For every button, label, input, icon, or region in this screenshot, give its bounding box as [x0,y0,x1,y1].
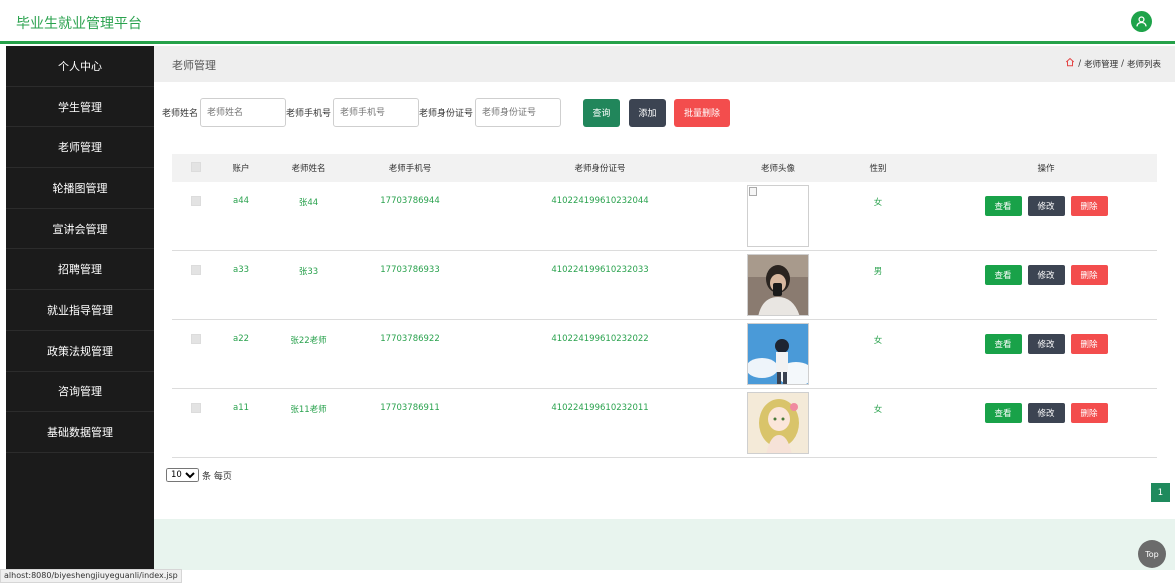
sidebar-item-consultation[interactable]: 咨询管理 [6,372,154,413]
sidebar-item-career-guidance[interactable]: 就业指导管理 [6,290,154,331]
breadcrumb-separator: / [1078,58,1082,69]
table-row: a44 张44 17703786944 410224199610232044 女… [172,182,1157,251]
teacher-avatar-anime-girl-photo [747,392,809,454]
table-row: a11 张11老师 17703786911 410224199610232011 [172,389,1157,458]
sidebar-item-carousel[interactable]: 轮播图管理 [6,168,154,209]
app-title: 毕业生就业管理平台 [16,16,142,32]
teacher-phone-input[interactable] [333,98,420,127]
per-page-label: 条 每页 [202,471,232,482]
cell-phone: 17703786933 [380,265,440,275]
teacher-avatar-anime-sky-photo [747,323,809,385]
view-button[interactable]: 查看 [984,403,1022,423]
cell-idcard: 410224199610232044 [551,196,649,206]
page-title: 老师管理 [172,59,216,72]
sidebar-item-personal-center[interactable]: 个人中心 [6,46,154,87]
cell-account: a22 [232,334,250,344]
sidebar-item-recruitment[interactable]: 招聘管理 [6,249,154,291]
header-idcard: 老师身份证号 [574,164,626,174]
delete-button[interactable]: 删除 [1070,196,1108,216]
edit-button[interactable]: 修改 [1027,403,1065,423]
page-size-select[interactable]: 10 [166,468,199,482]
page-header: 老师管理 / 老师管理 / 老师列表 [154,46,1175,82]
view-button[interactable]: 查看 [984,334,1022,354]
breadcrumb: / 老师管理 / 老师列表 [1065,57,1161,70]
search-bar: 老师姓名 老师手机号 老师身份证号 查询 添加 批量删除 [162,98,731,127]
cell-idcard: 410224199610232011 [551,403,649,413]
cell-idcard: 410224199610232022 [551,334,649,344]
header-phone: 老师手机号 [388,164,432,174]
cell-account: a11 [232,403,250,413]
sidebar-item-policies[interactable]: 政策法规管理 [6,331,154,372]
delete-button[interactable]: 删除 [1070,403,1108,423]
page-number-button[interactable]: 1 [1151,483,1170,502]
status-bar-url: alhost:8080/biyeshengjiuyeguanli/index.j… [0,569,182,583]
cell-idcard: 410224199610232033 [551,265,649,275]
sidebar-item-students[interactable]: 学生管理 [6,87,154,128]
teacher-idcard-input[interactable] [475,98,562,127]
cell-name: 张44 [298,198,319,208]
teacher-phone-label: 老师手机号 [286,109,332,119]
table-header-row: 账户 老师姓名 老师手机号 老师身份证号 老师头像 性别 操作 [172,154,1157,182]
select-all-checkbox[interactable] [172,154,220,182]
sidebar-item-basic-data[interactable]: 基础数据管理 [6,412,154,453]
teacher-table: 账户 老师姓名 老师手机号 老师身份证号 老师头像 性别 操作 a44 张44 … [172,154,1157,458]
page-size-control: 10 条 每页 [166,468,232,482]
user-icon[interactable] [1131,11,1152,32]
edit-button[interactable]: 修改 [1027,334,1065,354]
cell-gender: 男 [873,267,883,277]
breadcrumb-teacher-management[interactable]: 老师管理 [1084,58,1118,70]
header-account: 账户 [232,164,250,174]
delete-button[interactable]: 删除 [1070,334,1108,354]
sidebar-item-presentations[interactable]: 宣讲会管理 [6,209,154,250]
cell-name: 张11老师 [290,405,327,415]
teacher-name-input[interactable] [200,98,287,127]
cell-account: a33 [232,265,250,275]
cell-phone: 17703786911 [380,403,440,413]
top-bar: 毕业生就业管理平台 [0,0,1175,44]
cell-account: a44 [232,196,250,206]
teacher-idcard-label: 老师身份证号 [419,109,474,119]
breadcrumb-teacher-list: 老师列表 [1126,59,1161,70]
cell-gender: 女 [873,198,883,208]
cell-name: 张22老师 [290,336,327,346]
sidebar: 个人中心 学生管理 老师管理 轮播图管理 宣讲会管理 招聘管理 就业指导管理 政… [6,46,154,570]
header-avatar: 老师头像 [760,164,795,174]
row-checkbox[interactable] [191,334,201,344]
teacher-avatar-person-photo [747,254,809,316]
row-checkbox[interactable] [191,265,201,275]
delete-button[interactable]: 删除 [1070,265,1108,285]
cell-phone: 17703786922 [380,334,440,344]
batch-delete-button[interactable]: 批量删除 [674,98,731,127]
edit-button[interactable]: 修改 [1027,196,1065,216]
header-name: 老师姓名 [291,164,326,174]
row-checkbox[interactable] [191,403,201,413]
cell-gender: 女 [873,336,883,346]
query-button[interactable]: 查询 [583,98,621,127]
teacher-avatar-broken-image [747,185,809,247]
table-row: a33 张33 17703786933 410224199610232033 男… [172,251,1157,320]
cell-name: 张33 [298,267,319,277]
sidebar-item-teachers[interactable]: 老师管理 [6,127,154,169]
table-row: a22 张22老师 17703786922 410224199610232022 [172,320,1157,389]
edit-button[interactable]: 修改 [1027,265,1065,285]
view-button[interactable]: 查看 [984,265,1022,285]
footer-band [154,519,1175,570]
back-to-top-button[interactable]: Top [1138,540,1166,568]
row-checkbox[interactable] [191,196,201,206]
view-button[interactable]: 查看 [984,196,1022,216]
home-icon[interactable] [1065,57,1075,70]
header-gender: 性别 [869,164,887,174]
cell-gender: 女 [873,405,883,415]
cell-phone: 17703786944 [380,196,440,206]
add-button[interactable]: 添加 [629,98,667,127]
breadcrumb-separator: / [1121,58,1124,69]
main-content: 老师管理 / 老师管理 / 老师列表 老师姓名 老师手机号 老师身份证号 查询 … [154,46,1175,570]
header-actions: 操作 [1037,164,1055,174]
teacher-name-label: 老师姓名 [162,109,199,119]
